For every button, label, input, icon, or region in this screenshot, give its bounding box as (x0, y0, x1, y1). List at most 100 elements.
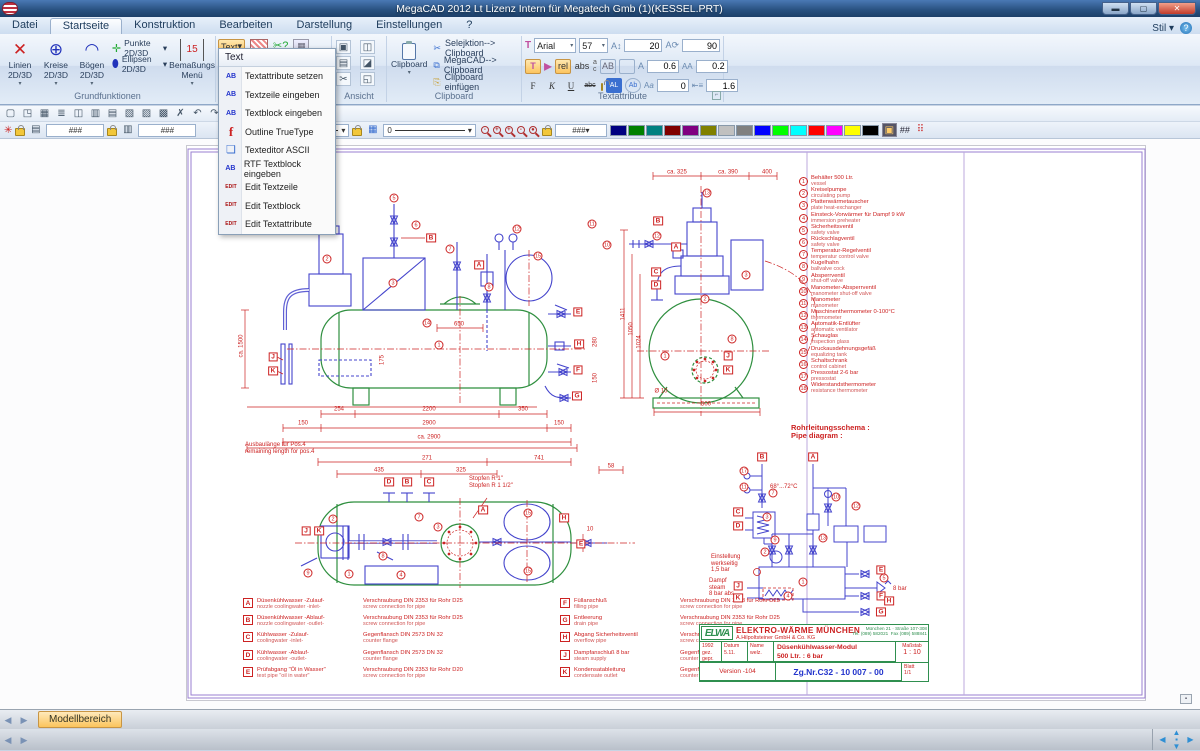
color-swatch[interactable] (718, 125, 735, 136)
frame-text-button[interactable]: AB (600, 59, 616, 74)
color-swatch[interactable] (610, 125, 627, 136)
boegen-button[interactable]: ◠ Bögen 2D/3D▾ (74, 36, 110, 87)
tab-einstellungen[interactable]: Einstellungen (364, 18, 454, 34)
tab-datei[interactable]: Datei (0, 18, 50, 34)
color-swatch[interactable] (682, 125, 699, 136)
bemassung-button[interactable]: 15 Bemaßungs Menü▾ (169, 36, 215, 87)
zoom-icon[interactable]: + (505, 126, 513, 134)
status-next-arrow[interactable]: ▶ (16, 732, 32, 748)
text-menu-item[interactable]: AB Textzeile eingeben (219, 86, 335, 105)
ellipsen-button[interactable]: ⬮Ellipsen 2D/3D ▾ (110, 56, 169, 72)
text-menu-item[interactable]: ❏ Texteditor ASCII (219, 141, 335, 160)
rel-button[interactable]: rel (555, 59, 571, 74)
plot-icon[interactable]: ▥ (88, 107, 103, 121)
linestyle-lock-icon[interactable] (352, 128, 362, 136)
color-swatch[interactable] (628, 125, 645, 136)
text-insert-icon[interactable]: ▸ (544, 56, 552, 76)
color-swatch[interactable] (826, 125, 843, 136)
case-icon[interactable]: a c (593, 59, 597, 73)
layer-lock-icon[interactable] (15, 128, 25, 136)
text-angle-field[interactable] (682, 39, 720, 52)
tab-darstellung[interactable]: Darstellung (285, 18, 365, 34)
copy-icon[interactable]: ▨ (139, 107, 154, 121)
clipboard-paste-button[interactable]: ⎘Clipboard einfügen (433, 74, 517, 90)
char-spacing-field[interactable] (696, 60, 728, 73)
layer-icon[interactable]: ▤ (28, 123, 43, 137)
color-swatch[interactable] (844, 125, 861, 136)
textattribute-dialog-launcher[interactable]: ⌐ (712, 91, 721, 100)
model-space-tab[interactable]: Modellbereich (38, 711, 122, 728)
font-size-combo[interactable]: 57▾ (579, 38, 608, 53)
tab-next-arrow[interactable]: ▶ (16, 712, 32, 728)
paste-icon[interactable]: ▩ (156, 107, 171, 121)
minimize-button[interactable]: ▬ (1102, 2, 1129, 15)
color-swatch[interactable] (736, 125, 753, 136)
ansicht-view-icon[interactable]: ▣ (336, 40, 351, 54)
print-preview-icon[interactable]: ◫ (71, 107, 86, 121)
text-mode-button[interactable]: T (525, 59, 541, 74)
new-file-icon[interactable]: ▢ (3, 107, 18, 121)
pan-right-icon[interactable]: ▶ (1184, 736, 1198, 743)
ansicht-view-icon[interactable]: ◱ (360, 72, 375, 86)
ansicht-view-icon[interactable]: ▤ (336, 56, 351, 70)
stil-dropdown[interactable]: Stil ▾ (1152, 23, 1174, 34)
attr-lock-icon[interactable] (601, 83, 603, 91)
megacad-to-clipboard-button[interactable]: ⧉MegaCAD--> Clipboard (433, 57, 517, 73)
zoom-icon[interactable]: - (517, 126, 525, 134)
zoom-icon[interactable]: + (493, 126, 501, 134)
status-prev-arrow[interactable]: ◀ (0, 732, 16, 748)
group-combo[interactable]: ### (138, 124, 196, 137)
text-menu-item[interactable]: AB Textattribute setzen (219, 67, 335, 86)
abs-button[interactable]: abs (574, 59, 590, 74)
open-file-icon[interactable]: ◳ (20, 107, 35, 121)
close-button[interactable]: ✕ (1158, 2, 1196, 15)
text-height-field[interactable] (624, 39, 662, 52)
canvas-corner-button[interactable]: ▪ (1180, 694, 1192, 704)
color-swatch[interactable] (772, 125, 789, 136)
text-menu-item[interactable]: EDIT Edit Textblock (219, 197, 335, 216)
export-icon[interactable]: ▤ (105, 107, 120, 121)
color-table-icon[interactable]: ⠿ (913, 123, 928, 137)
drawing-canvas[interactable]: 1 Behälter 500 Ltr.vessel 2 Kreiselpumpe… (0, 139, 1200, 709)
undo-icon[interactable]: ↶ (190, 107, 205, 121)
font-family-combo[interactable]: Arial▾ (534, 38, 576, 53)
ansicht-view-icon[interactable]: ◫ (360, 40, 375, 54)
linewidth-combo[interactable]: 0▾ (383, 124, 475, 137)
color-swatch[interactable] (646, 125, 663, 136)
kreise-button[interactable]: ⊕ Kreise 2D/3D▾ (38, 36, 74, 87)
color-swatch[interactable] (862, 125, 879, 136)
color-swatch[interactable] (664, 125, 681, 136)
delete-icon[interactable]: ✗ (173, 107, 188, 121)
linien-button[interactable]: ✕ Linien 2D/3D▾ (2, 36, 38, 87)
selection-to-clipboard-button[interactable]: ✂Selejktion--> Clipboard (433, 40, 517, 56)
print-icon[interactable]: ≣ (54, 107, 69, 121)
text-menu-item[interactable]: EDIT Edit Textzeile (219, 178, 335, 197)
color-swatch[interactable] (754, 125, 771, 136)
color-lock-icon[interactable] (542, 128, 552, 136)
layer-combo[interactable]: ### (46, 124, 104, 137)
pan-control[interactable]: ▲ ◀▪▶ ▼ (1152, 729, 1200, 750)
save-icon[interactable]: ▦ (37, 107, 52, 121)
clipboard-big-button[interactable]: Clipboard▾ (391, 40, 427, 90)
tab-konstruktion[interactable]: Konstruktion (122, 18, 207, 34)
snap-icon[interactable]: ✳ (4, 125, 12, 136)
color-swatch[interactable] (808, 125, 825, 136)
pen-combo[interactable]: ### ▾ (555, 124, 607, 137)
group-lock-icon[interactable] (107, 128, 117, 136)
color-swatch[interactable] (790, 125, 807, 136)
tab-prev-arrow[interactable]: ◀ (0, 712, 16, 728)
tab-help[interactable]: ? (454, 18, 484, 34)
help-icon[interactable]: ? (1180, 22, 1192, 34)
char-width-field[interactable] (647, 60, 679, 73)
ansicht-view-icon[interactable]: ◪ (360, 56, 375, 70)
group-icon[interactable]: ▥ (120, 123, 135, 137)
pan-down-icon[interactable]: ▼ (1170, 743, 1184, 750)
tab-startseite[interactable]: Startseite (50, 18, 122, 34)
text-menu-item[interactable]: EDIT Edit Textattribute (219, 215, 335, 234)
tab-bearbeiten[interactable]: Bearbeiten (207, 18, 284, 34)
color-swatch[interactable] (700, 125, 717, 136)
zoom-icon[interactable]: - (481, 126, 489, 134)
text-menu-item[interactable]: f Outline TrueType (219, 123, 335, 142)
maximize-button[interactable]: ▢ (1130, 2, 1157, 15)
text-menu-item[interactable]: AB Textblock eingeben (219, 104, 335, 123)
